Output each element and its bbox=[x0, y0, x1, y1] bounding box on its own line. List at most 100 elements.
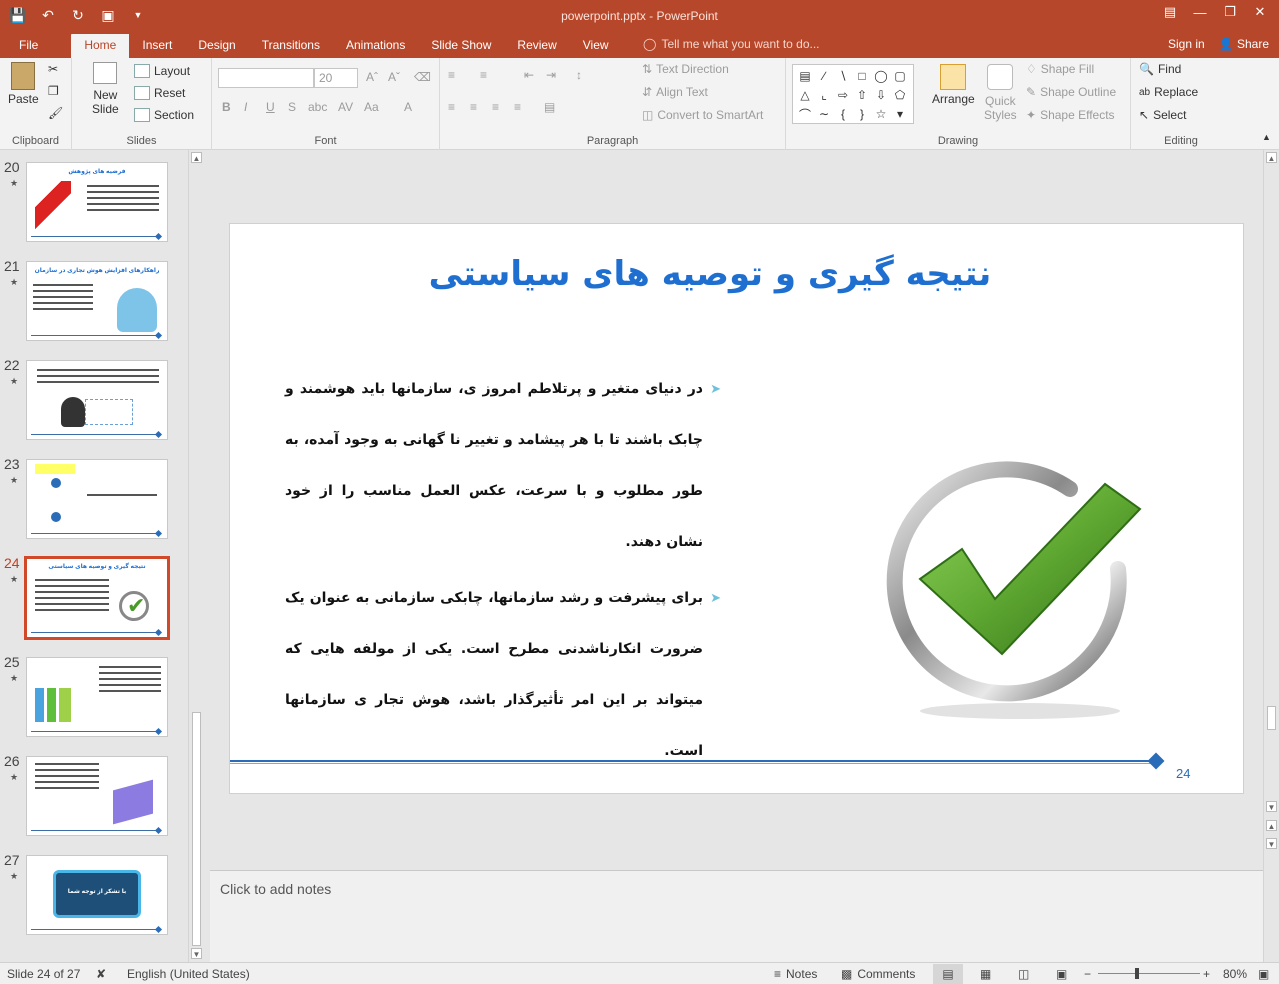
cut-icon[interactable]: ✂ bbox=[48, 62, 58, 76]
comments-toggle[interactable]: ▩ Comments bbox=[841, 967, 915, 981]
zoom-out-icon[interactable]: − bbox=[1084, 967, 1091, 981]
zoom-in-icon[interactable]: + bbox=[1203, 967, 1210, 981]
char-spacing-icon[interactable]: abc bbox=[308, 100, 327, 114]
line-shape-2-icon[interactable]: ∖ bbox=[834, 67, 852, 85]
share-button[interactable]: 👤 Share bbox=[1219, 37, 1269, 51]
current-slide[interactable]: نتیجه گیری و توصیه های سیاستی ➤ در دنیای… bbox=[229, 223, 1244, 794]
shape-effects-button[interactable]: ✦ Shape Effects bbox=[1026, 108, 1115, 122]
slide-thumbnail-23[interactable] bbox=[26, 459, 168, 539]
reset-button[interactable]: Reset bbox=[134, 86, 185, 100]
checkmark-image[interactable] bbox=[870, 449, 1160, 724]
elbow-shape-icon[interactable]: ⌞ bbox=[815, 86, 833, 104]
layout-button[interactable]: Layout bbox=[134, 64, 190, 78]
triangle-shape-icon[interactable]: △ bbox=[796, 86, 814, 104]
zoom-level[interactable]: 80% bbox=[1223, 967, 1247, 981]
slide-thumbnail-21[interactable]: راهکارهای افزایش هوش تجاری در سازمان bbox=[26, 261, 168, 341]
next-slide-icon[interactable]: ▼ bbox=[1266, 838, 1277, 849]
numbering-icon[interactable]: ≡ bbox=[480, 68, 487, 82]
restore-icon[interactable]: ❐ bbox=[1215, 0, 1245, 24]
shapes-gallery[interactable]: ▤ ∕ ∖ □ ◯ ▢ △ ⌞ ⇨ ⇧ ⇩ ⬠ ⌒ ∼ { } ☆ ▾ bbox=[792, 64, 914, 124]
tell-me-search[interactable]: ◯ Tell me what you want to do... bbox=[643, 37, 820, 51]
scroll-down-icon[interactable]: ▼ bbox=[1266, 801, 1277, 812]
tab-slide-show[interactable]: Slide Show bbox=[418, 34, 504, 58]
brace-left-shape-icon[interactable]: { bbox=[834, 105, 852, 123]
font-color-icon[interactable]: A bbox=[404, 100, 412, 114]
tab-file[interactable]: File bbox=[6, 34, 51, 58]
italic-icon[interactable]: I bbox=[244, 100, 247, 114]
slide-thumbnail-22[interactable] bbox=[26, 360, 168, 440]
star-shape-icon[interactable]: ☆ bbox=[872, 105, 890, 123]
arc-shape-icon[interactable]: ⌒ bbox=[796, 105, 814, 123]
strikethrough-icon[interactable]: S bbox=[288, 100, 296, 114]
thumbnails-scrollbar[interactable]: ▲ ▼ bbox=[188, 150, 203, 962]
replace-button[interactable]: ab Replace bbox=[1139, 85, 1198, 99]
decrease-font-icon[interactable]: Aˇ bbox=[388, 70, 400, 84]
arrow-right-shape-icon[interactable]: ⇨ bbox=[834, 86, 852, 104]
align-center-icon[interactable]: ≡ bbox=[470, 100, 477, 114]
change-case-icon[interactable]: Aa bbox=[364, 100, 379, 114]
more-shapes-icon[interactable]: ▾ bbox=[891, 105, 909, 123]
slide-sorter-icon[interactable]: ▦ bbox=[980, 967, 991, 981]
format-painter-icon[interactable]: 🖌 bbox=[48, 106, 63, 120]
bullets-icon[interactable]: ≡ bbox=[448, 68, 455, 82]
find-button[interactable]: 🔍 Find bbox=[1139, 62, 1181, 76]
bold-icon[interactable]: B bbox=[222, 100, 231, 114]
slide-title[interactable]: نتیجه گیری و توصیه های سیاستی bbox=[230, 254, 1190, 294]
align-text-button[interactable]: ⇵ Align Text bbox=[642, 85, 708, 99]
paste-button[interactable]: Paste bbox=[8, 62, 39, 106]
scroll-thumb[interactable] bbox=[192, 712, 201, 946]
rectangle-shape-icon[interactable]: □ bbox=[853, 67, 871, 85]
scroll-down-icon[interactable]: ▼ bbox=[191, 948, 202, 959]
slide-thumbnail-25[interactable] bbox=[26, 657, 168, 737]
arrow-up-shape-icon[interactable]: ⇧ bbox=[853, 86, 871, 104]
slide-thumbnail-24[interactable]: نتیجه گیری و توصیه های سیاستی ✔ bbox=[24, 556, 170, 640]
curve-shape-icon[interactable]: ∼ bbox=[815, 105, 833, 123]
previous-slide-icon[interactable]: ▲ bbox=[1266, 820, 1277, 831]
columns-icon[interactable]: ▤ bbox=[544, 100, 555, 114]
increase-font-icon[interactable]: Aˆ bbox=[366, 70, 378, 84]
arrow-down-shape-icon[interactable]: ⇩ bbox=[872, 86, 890, 104]
select-button[interactable]: ↖ Select bbox=[1139, 108, 1186, 122]
line-shape-icon[interactable]: ∕ bbox=[815, 67, 833, 85]
scroll-up-icon[interactable]: ▲ bbox=[191, 152, 202, 163]
textbox-shape-icon[interactable]: ▤ bbox=[796, 67, 814, 85]
editor-scrollbar[interactable]: ▲ ▼ ▲ ▼ bbox=[1263, 150, 1279, 870]
zoom-slider-knob[interactable] bbox=[1135, 968, 1139, 979]
zoom-slider-track[interactable] bbox=[1098, 973, 1200, 974]
font-size-box[interactable]: 20 bbox=[314, 68, 358, 88]
sign-in-link[interactable]: Sign in bbox=[1168, 37, 1205, 51]
line-spacing-icon[interactable]: ↕ bbox=[576, 68, 582, 82]
text-direction-button[interactable]: ⇅ Text Direction bbox=[642, 62, 729, 76]
copy-icon[interactable]: ❐ bbox=[48, 84, 59, 98]
reading-view-icon[interactable]: ◫ bbox=[1018, 967, 1029, 981]
normal-view-icon[interactable]: ▤ bbox=[933, 964, 963, 984]
clear-formatting-icon[interactable]: ⌫ bbox=[414, 70, 431, 84]
arrange-button[interactable]: Arrange bbox=[932, 64, 975, 106]
font-name-box[interactable] bbox=[218, 68, 314, 88]
slideshow-view-icon[interactable]: ▣ bbox=[1056, 967, 1067, 981]
ribbon-display-options-icon[interactable]: ▤ bbox=[1155, 0, 1185, 24]
fit-to-window-icon[interactable]: ▣ bbox=[1258, 967, 1269, 981]
new-slide-button[interactable]: New Slide bbox=[92, 62, 119, 116]
shape-outline-button[interactable]: ✎ Shape Outline bbox=[1026, 85, 1116, 99]
notes-toggle[interactable]: ≡ Notes bbox=[774, 967, 817, 981]
tab-animations[interactable]: Animations bbox=[333, 34, 418, 58]
tab-home[interactable]: Home bbox=[71, 34, 130, 58]
slide-thumbnail-27[interactable]: با تشکر از توجه شما bbox=[26, 855, 168, 935]
section-button[interactable]: Section bbox=[134, 108, 194, 122]
notes-pane[interactable]: Click to add notes bbox=[210, 870, 1263, 962]
tab-design[interactable]: Design bbox=[185, 34, 248, 58]
slide-thumbnail-26[interactable] bbox=[26, 756, 168, 836]
brace-right-shape-icon[interactable]: } bbox=[853, 105, 871, 123]
pentagon-shape-icon[interactable]: ⬠ bbox=[891, 86, 909, 104]
rounded-rect-shape-icon[interactable]: ▢ bbox=[891, 67, 909, 85]
spellcheck-icon[interactable]: ✘ bbox=[96, 967, 106, 981]
tab-transitions[interactable]: Transitions bbox=[249, 34, 333, 58]
increase-indent-icon[interactable]: ⇥ bbox=[546, 68, 556, 82]
close-icon[interactable]: ✕ bbox=[1245, 0, 1275, 24]
tab-insert[interactable]: Insert bbox=[129, 34, 185, 58]
notes-placeholder[interactable]: Click to add notes bbox=[220, 881, 331, 897]
justify-icon[interactable]: ≡ bbox=[514, 100, 521, 114]
language-indicator[interactable]: English (United States) bbox=[127, 967, 250, 981]
underline-icon[interactable]: U bbox=[266, 100, 275, 114]
